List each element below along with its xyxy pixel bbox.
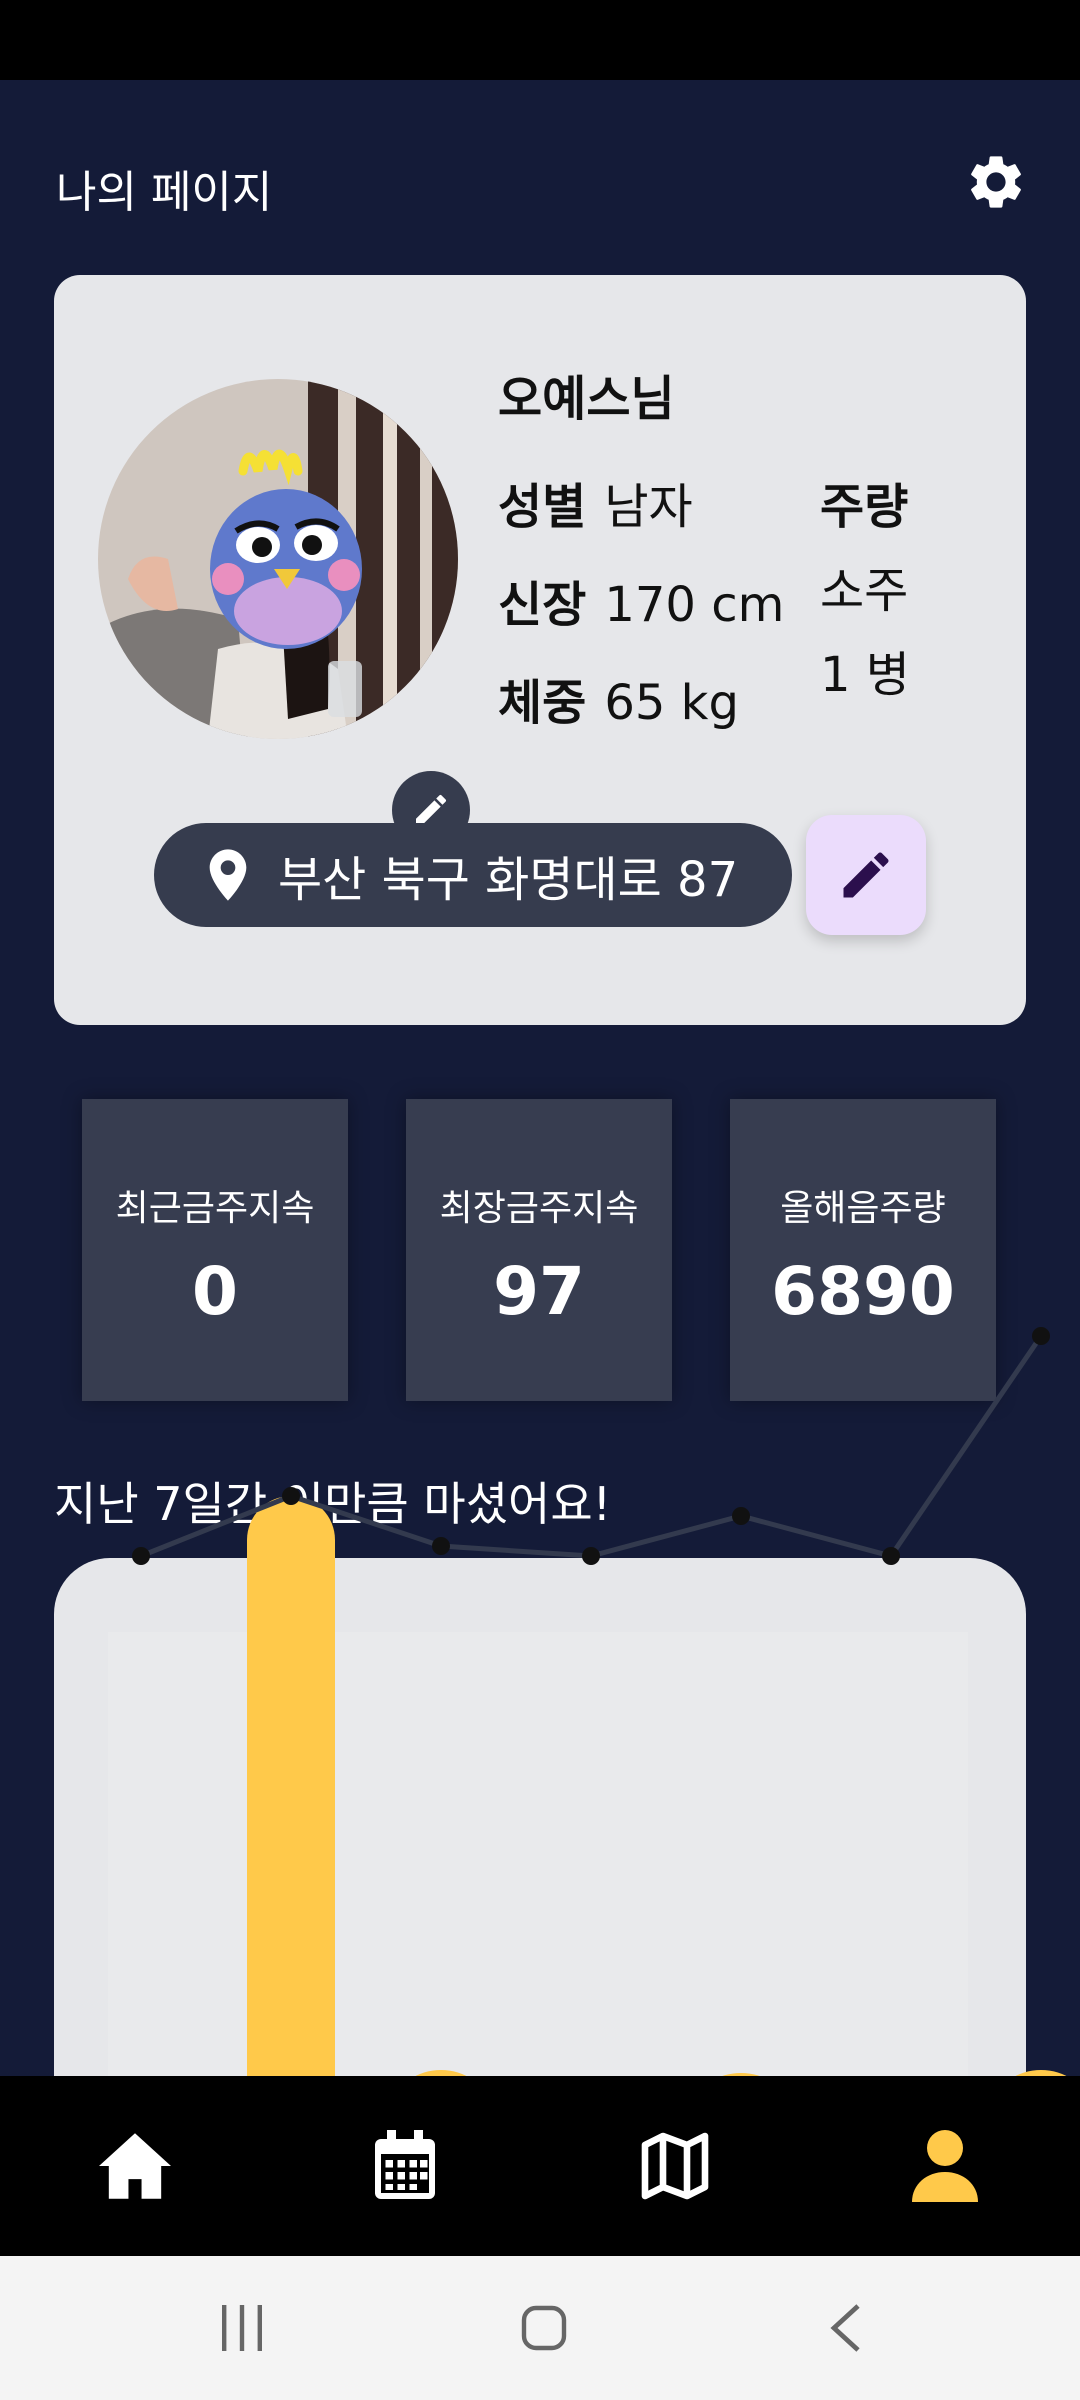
height-label: 신장: [498, 577, 587, 633]
weight-value: 65 kg: [604, 675, 739, 731]
height-value: 170 cm: [604, 577, 785, 633]
calendar-icon: [375, 2130, 435, 2199]
stat-value: 6890: [771, 1253, 955, 1330]
system-navigation-bar: [0, 2256, 1080, 2400]
weight-row: 체중 65 kg: [498, 663, 739, 733]
gender-label: 성별: [498, 479, 587, 535]
stat-card-longest-sober: 최장금주지속 97: [406, 1099, 672, 1401]
stat-label: 올해음주량: [780, 1188, 946, 1229]
stat-card-yearly-drinking: 올해음주량 6890: [730, 1099, 996, 1401]
bottom-nav: [0, 2076, 1080, 2256]
stat-value: 97: [493, 1253, 585, 1330]
stat-value: 0: [192, 1253, 238, 1330]
pencil-icon: [843, 852, 889, 898]
drink-amount: 1 병: [820, 647, 910, 703]
avatar[interactable]: [98, 379, 458, 739]
nav-home[interactable]: [0, 2076, 270, 2256]
avatar-image: [98, 379, 458, 739]
gear-icon: [971, 156, 1021, 208]
back-button[interactable]: [746, 2256, 946, 2400]
nav-calendar[interactable]: [270, 2076, 540, 2256]
gender-value: 남자: [604, 479, 693, 535]
chart-point: [432, 1537, 450, 1555]
drink-type: 소주: [820, 563, 909, 619]
page-title: 나의 페이지: [56, 167, 273, 218]
stat-label: 최근금주지속: [115, 1188, 315, 1229]
drink-label: 주량: [820, 479, 909, 535]
recent-apps-icon: [222, 2305, 262, 2351]
home-square-icon: [521, 2305, 567, 2351]
stat-card-recent-sober: 최근금주지속 0: [82, 1099, 348, 1401]
chart-plot-area: [108, 1632, 968, 2078]
gender-row: 성별 남자: [498, 467, 693, 537]
home-system-button[interactable]: [444, 2256, 644, 2400]
nav-profile[interactable]: [810, 2076, 1080, 2256]
user-nickname: 오예스님: [498, 371, 675, 427]
status-bar: [0, 0, 1080, 80]
edit-profile-button[interactable]: [806, 815, 926, 935]
chart-title: 지난 7일간 이만큼 마셨어요!: [54, 1477, 612, 1531]
height-row: 신장 170 cm: [498, 565, 784, 635]
back-chevron-icon: [830, 2304, 860, 2352]
settings-button[interactable]: [964, 150, 1028, 214]
person-icon: [912, 2130, 978, 2202]
home-icon: [99, 2133, 171, 2199]
profile-card: 오예스님 성별 남자 신장 170 cm 체중 65 kg 주량 소주 1 병 부산 …: [54, 275, 1026, 1025]
nav-map[interactable]: [540, 2076, 810, 2256]
stat-label: 최장금주지속: [439, 1188, 639, 1229]
chart-card: [54, 1558, 1026, 2078]
weight-label: 체중: [498, 675, 587, 731]
chart-point: [732, 1507, 750, 1525]
location-text: 부산 북구 화명대로 87: [278, 852, 739, 908]
location-chip[interactable]: 부산 북구 화명대로 87: [154, 823, 792, 927]
location-pin-icon: [209, 849, 247, 901]
recent-apps-button[interactable]: [142, 2256, 342, 2400]
chart-point: [1032, 1327, 1050, 1345]
map-icon: [641, 2132, 709, 2200]
avatar-container: [98, 379, 470, 849]
